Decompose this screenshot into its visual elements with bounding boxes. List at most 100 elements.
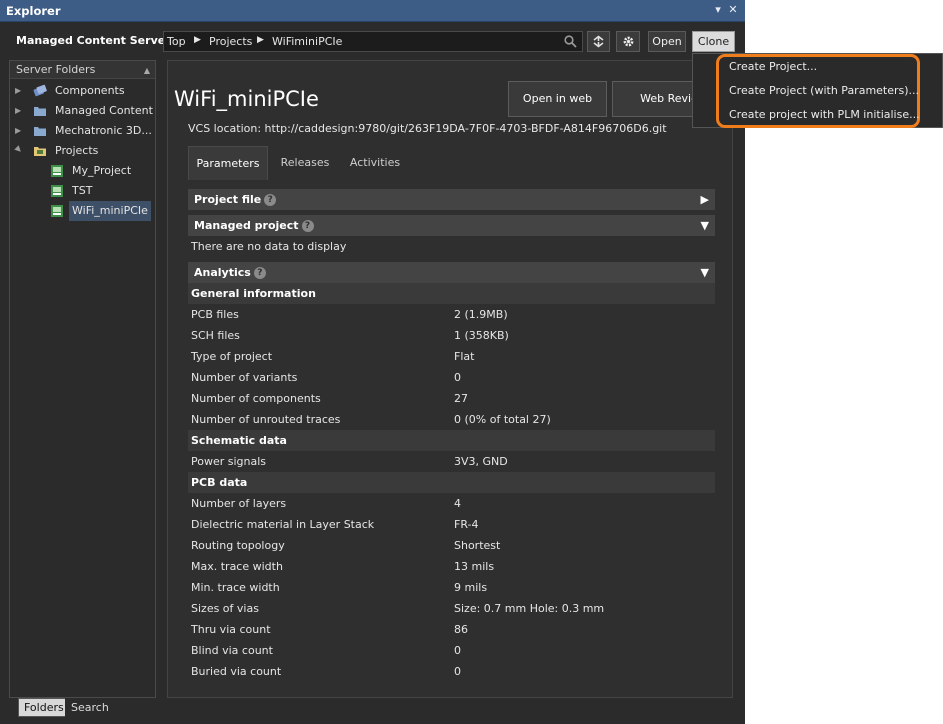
pcb-data-header: PCB data	[188, 472, 715, 493]
tree-item-mechatronic[interactable]: ▶ Mechatronic 3D...	[15, 121, 155, 141]
expand-arrow-icon[interactable]: ▶	[15, 121, 25, 141]
tree-item-wifi-minipcie[interactable]: WiFi_miniPCIe	[50, 201, 156, 221]
tab-releases[interactable]: Releases	[274, 146, 336, 180]
menu-item-create-project-with-parameters[interactable]: Create Project (with Parameters)...	[729, 84, 919, 97]
row-value: 13 mils	[454, 560, 495, 573]
tab-parameters[interactable]: Parameters	[188, 146, 268, 180]
server-folders-title: Server Folders	[16, 63, 96, 76]
row-key: Thru via count	[191, 623, 271, 636]
row-value: 86	[454, 623, 468, 636]
table-row: Number of layers 4	[188, 493, 715, 514]
row-value: 2 (1.9MB)	[454, 308, 508, 321]
tree-item-label: My_Project	[72, 164, 132, 177]
row-value: Flat	[454, 350, 475, 363]
table-row: Number of components 27	[188, 388, 715, 409]
section-title: Managed project	[194, 219, 299, 232]
pin-menu-icon[interactable]: ▾	[711, 3, 725, 16]
refresh-icon	[593, 35, 604, 48]
section-project-file[interactable]: Project file? ▶	[188, 189, 715, 210]
folder-icon	[34, 127, 46, 136]
table-row: PCB files 2 (1.9MB)	[188, 304, 715, 325]
vcs-location: VCS location: http://caddesign:9780/git/…	[188, 122, 667, 135]
tree-item-managed-content[interactable]: ▶ Managed Content	[15, 101, 155, 121]
breadcrumb[interactable]: Top ▶ Projects ▶ WiFiminiPCIe	[163, 31, 583, 52]
breadcrumb-item-top[interactable]: Top	[167, 35, 186, 48]
tree-item-my-project[interactable]: My_Project	[50, 161, 155, 181]
help-icon[interactable]: ?	[301, 220, 314, 232]
tree-item-label: TST	[72, 184, 93, 197]
expand-arrow-icon[interactable]: ▶	[15, 81, 25, 101]
help-icon[interactable]: ?	[264, 194, 277, 206]
open-button[interactable]: Open	[648, 31, 686, 52]
toolbar: Managed Content Server▼ Top ▶ Projects ▶…	[0, 22, 745, 60]
chevron-right-icon: ▶	[257, 35, 264, 45]
section-managed-project[interactable]: Managed project? ▼	[188, 215, 715, 236]
row-value: 0 (0% of total 27)	[454, 413, 551, 426]
chevron-up-icon[interactable]: ▲	[144, 62, 150, 79]
help-icon[interactable]: ?	[253, 267, 266, 279]
section-title: Analytics	[194, 266, 251, 279]
explorer-panel: Explorer ▾ ✕ Managed Content Server▼ Top…	[0, 0, 745, 724]
tab-activities[interactable]: Activities	[342, 146, 408, 180]
open-in-web-button[interactable]: Open in web	[508, 81, 607, 117]
row-value: 3V3, GND	[454, 455, 508, 468]
table-row: Number of variants 0	[188, 367, 715, 388]
settings-button[interactable]	[616, 31, 640, 52]
refresh-button[interactable]	[587, 31, 610, 52]
row-value: 9 mils	[454, 581, 488, 594]
table-row: Max. trace width 13 mils	[188, 556, 715, 577]
tree-item-label: WiFi_miniPCIe	[69, 201, 151, 221]
tree-item-projects[interactable]: ▶ Projects	[14, 141, 155, 161]
menu-item-create-project-with-plm[interactable]: Create project with PLM initialise...	[729, 108, 920, 121]
project-icon	[51, 165, 63, 177]
tree-item-components[interactable]: ▶ Components	[15, 81, 155, 101]
table-row: Routing topology Shortest	[188, 535, 715, 556]
project-details-panel: WiFi_miniPCIe Open in web Web Review VCS…	[167, 60, 734, 698]
no-data-message: There are no data to display	[191, 240, 347, 253]
row-value: 0	[454, 371, 461, 384]
row-key: Number of layers	[191, 497, 287, 510]
server-folders-header: Server Folders ▲	[10, 61, 155, 79]
server-folders-panel: Server Folders ▲ ▶ Components ▶ Managed …	[9, 60, 156, 698]
collapse-arrow-icon[interactable]: ▼	[701, 215, 709, 236]
close-icon[interactable]: ✕	[726, 3, 740, 16]
row-key: Min. trace width	[191, 581, 280, 594]
row-value: Shortest	[454, 539, 501, 552]
tree-item-label: Managed Content	[55, 104, 153, 117]
menu-item-create-project[interactable]: Create Project...	[729, 60, 817, 73]
general-information-header: General information	[188, 283, 715, 304]
create-project-menu: Create Project... Create Project (with P…	[692, 53, 943, 128]
row-value: 0	[454, 644, 461, 657]
schematic-data-header: Schematic data	[188, 430, 715, 451]
expand-arrow-icon[interactable]: ▶	[15, 101, 25, 121]
title-bar: Explorer ▾ ✕	[0, 0, 745, 22]
server-selector[interactable]: Managed Content Server▼	[16, 34, 181, 47]
tab-search[interactable]: Search	[65, 698, 115, 717]
clone-button[interactable]: Clone	[692, 31, 735, 52]
expand-arrow-icon[interactable]: ▶	[701, 189, 709, 210]
collapse-arrow-icon[interactable]: ▶	[9, 140, 30, 161]
tab-folders[interactable]: Folders	[18, 698, 70, 717]
row-key: Sizes of vias	[191, 602, 259, 615]
row-key: Dielectric material in Layer Stack	[191, 518, 375, 531]
row-key: Max. trace width	[191, 560, 283, 573]
row-key: Number of unrouted traces	[191, 413, 341, 426]
panel-title: Explorer	[6, 4, 61, 18]
projects-folder-icon	[34, 147, 46, 156]
table-row: Number of unrouted traces 0 (0% of total …	[188, 409, 715, 430]
table-row: Thru via count 86	[188, 619, 715, 640]
collapse-arrow-icon[interactable]: ▼	[701, 262, 709, 283]
row-key: PCB files	[191, 308, 239, 321]
project-icon	[51, 185, 63, 197]
tree-item-tst[interactable]: TST	[50, 181, 155, 201]
folder-icon	[34, 107, 46, 116]
section-analytics[interactable]: Analytics? ▼	[188, 262, 715, 283]
search-icon[interactable]	[564, 35, 577, 48]
breadcrumb-item-project[interactable]: WiFiminiPCIe	[272, 35, 342, 48]
row-key: Number of variants	[191, 371, 298, 384]
breadcrumb-item-projects[interactable]: Projects	[209, 35, 252, 48]
components-icon	[33, 84, 47, 97]
row-key: SCH files	[191, 329, 240, 342]
row-key: Routing topology	[191, 539, 285, 552]
row-key: Number of components	[191, 392, 321, 405]
